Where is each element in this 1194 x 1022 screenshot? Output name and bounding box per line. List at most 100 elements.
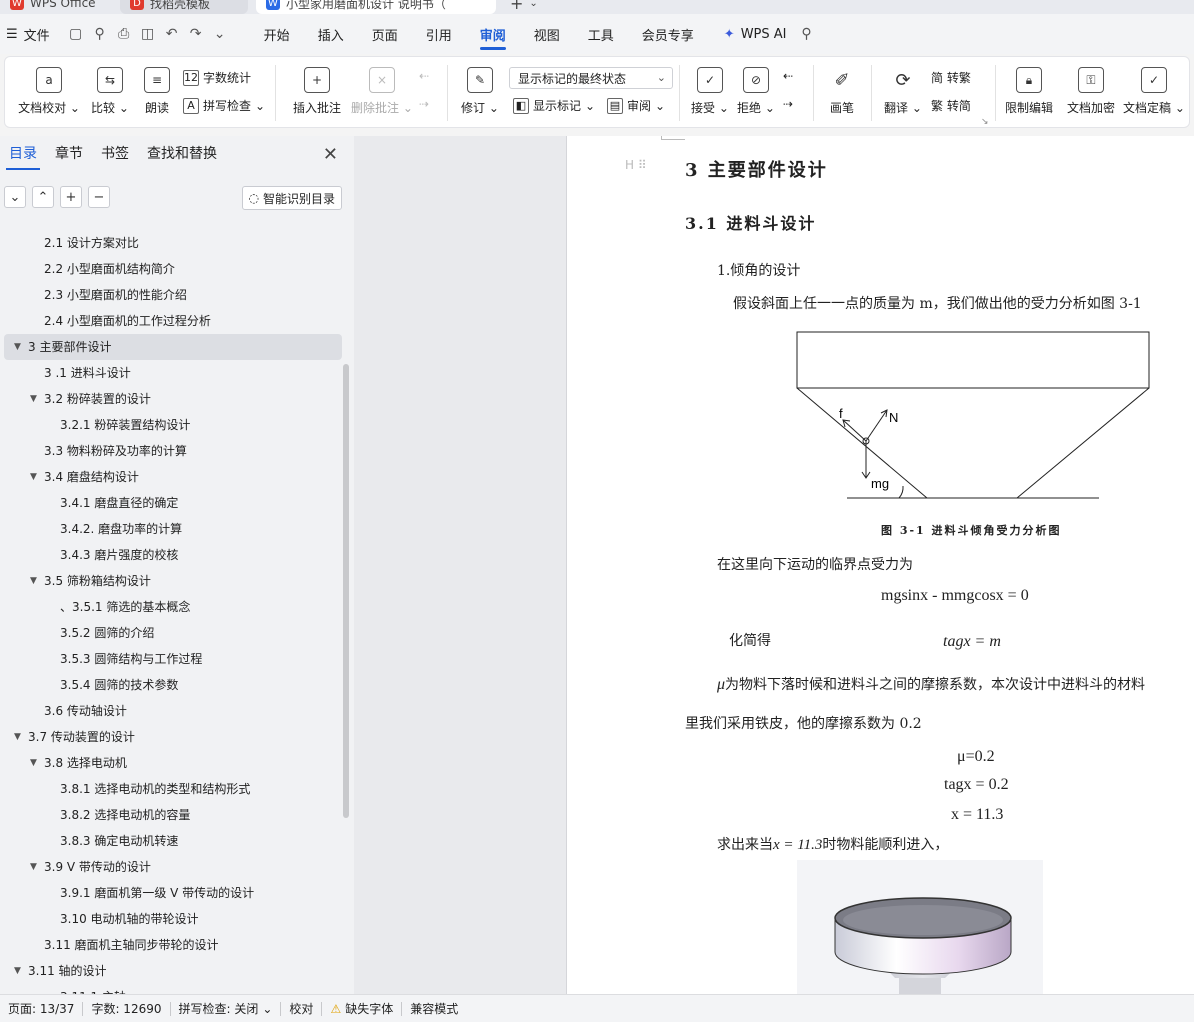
expand-arrow-icon[interactable]: ▼ [30, 854, 37, 880]
to-traditional-button[interactable]: 简 转繁 [931, 69, 971, 86]
collapse-all-icon[interactable]: ⌄ [4, 186, 26, 208]
smart-toc-button[interactable]: ◌ 智能识别目录 [241, 186, 342, 210]
menu-tab[interactable]: 引用 [412, 14, 466, 54]
toc-item[interactable]: 3.8.1 选择电动机的类型和结构形式 [4, 776, 342, 802]
tab-document[interactable]: W 小型家用磨面机设计 说明书（ [256, 0, 496, 14]
revise-button[interactable]: ✎ 修订 ⌄ [457, 57, 503, 116]
sidebar-tab[interactable]: 目录 [0, 140, 46, 170]
toc-item[interactable]: ▼ 3.5 筛粉箱结构设计 [4, 568, 342, 594]
spell-check-button[interactable]: A 拼写检查 ⌄ [183, 97, 265, 114]
delete-comment-button[interactable]: × 删除批注 ⌄ [351, 57, 413, 116]
menu-tab[interactable]: 视图 [520, 14, 574, 54]
share-icon[interactable]: ⚲ [88, 22, 112, 46]
chevron-down-icon[interactable]: ⌄ [208, 22, 232, 46]
expand-arrow-icon[interactable]: ▼ [14, 958, 21, 984]
prev-comment-icon[interactable]: ⇠ [419, 69, 429, 83]
proofread-status[interactable]: 校对 [281, 1000, 321, 1017]
pen-button[interactable]: ✐ 画笔 [823, 57, 861, 116]
toc-item[interactable]: ▼ 3 主要部件设计 [4, 334, 342, 360]
missing-font-status[interactable]: ⚠ 缺失字体 [322, 1000, 401, 1017]
close-icon[interactable]: ✕ [323, 144, 338, 165]
to-simplified-button[interactable]: 繁 转简 [931, 97, 971, 114]
compat-mode-status[interactable]: 兼容模式 [402, 1000, 466, 1017]
toc-item[interactable]: ▼ 3.11 轴的设计 [4, 958, 342, 984]
toc-item[interactable]: 3.5.4 圆筛的技术参数 [4, 672, 342, 698]
sidebar-tab[interactable]: 章节 [46, 140, 92, 168]
toc-item[interactable]: 3.5.3 圆筛结构与工作过程 [4, 646, 342, 672]
next-change-icon[interactable]: ⇢ [783, 97, 793, 111]
toc-item[interactable]: 2.1 设计方案对比 [4, 230, 342, 256]
toc-item[interactable]: ▼ 3.9 V 带传动的设计 [4, 854, 342, 880]
read-aloud-button[interactable]: ≡ 朗读 [139, 57, 175, 116]
toc-item[interactable]: 2.2 小型磨面机结构简介 [4, 256, 342, 282]
insert-comment-button[interactable]: + 插入批注 [289, 57, 345, 116]
undo-icon[interactable]: ↶ [160, 22, 184, 46]
file-menu[interactable]: ☰ 文件 [6, 25, 64, 44]
reject-button[interactable]: ⊘ 拒绝 ⌄ [735, 57, 777, 116]
save-icon[interactable]: ▢ [64, 22, 88, 46]
menu-tab[interactable]: 会员专享 [628, 14, 708, 54]
markup-state-select[interactable]: 显示标记的最终状态 ⌄ [509, 67, 673, 89]
toc-item[interactable]: ▼ 3.7 传动装置的设计 [4, 724, 342, 750]
toc-item[interactable]: ▼ 3.8 选择电动机 [4, 750, 342, 776]
accept-button[interactable]: ✓ 接受 ⌄ [689, 57, 731, 116]
next-comment-icon[interactable]: ⇢ [419, 97, 429, 111]
toc-item[interactable]: 3.11.1 主轴 [4, 984, 342, 994]
sidebar-scrollbar[interactable] [343, 364, 349, 818]
toc-item[interactable]: 3.4.2. 磨盘功率的计算 [4, 516, 342, 542]
toc-item[interactable]: 3.8.2 选择电动机的容量 [4, 802, 342, 828]
toc-item[interactable]: ▼ 3.4 磨盘结构设计 [4, 464, 342, 490]
expand-arrow-icon[interactable]: ▼ [30, 386, 37, 412]
show-markup-button[interactable]: ◧ 显示标记 ⌄ [513, 97, 595, 114]
expand-arrow-icon[interactable]: ▼ [30, 750, 37, 776]
print-preview-icon[interactable]: ◫ [136, 22, 160, 46]
toc-item[interactable]: 3.5.2 圆筛的介绍 [4, 620, 342, 646]
toc-item[interactable]: 3.4.1 磨盘直径的确定 [4, 490, 342, 516]
spell-check-status[interactable]: 拼写检查: 关闭 ⌄ [171, 1000, 281, 1017]
menu-tab[interactable]: 插入 [304, 14, 358, 54]
expand-arrow-icon[interactable]: ▼ [30, 568, 37, 594]
search-icon[interactable]: ⚲ [795, 22, 819, 46]
prev-change-icon[interactable]: ⇠ [783, 69, 793, 83]
print-icon[interactable]: ⎙ [112, 22, 136, 46]
toc-item[interactable]: 2.3 小型磨面机的性能介绍 [4, 282, 342, 308]
toc-item[interactable]: 3.8.3 确定电动机转速 [4, 828, 342, 854]
menu-tab[interactable]: 页面 [358, 14, 412, 54]
menu-tab[interactable]: 审阅 [466, 14, 520, 54]
expand-arrow-icon[interactable]: ▼ [14, 724, 21, 750]
dialog-launcher-icon[interactable]: ↘ [981, 117, 989, 127]
new-tab-button[interactable]: + ⌄ [500, 0, 540, 14]
document-page[interactable]: H ⠿ 3 主要部件设计 3.1 进料斗设计 1.倾角的设计 假设斜面上任一一点… [566, 136, 1194, 994]
word-count-status[interactable]: 字数: 12690 [83, 1000, 169, 1017]
toc-item[interactable]: 3.9.1 磨面机第一级 V 带传动的设计 [4, 880, 342, 906]
toc-item[interactable]: 3.3 物料粉碎及功率的计算 [4, 438, 342, 464]
expand-up-icon[interactable]: ⌃ [32, 186, 54, 208]
restrict-edit-button[interactable]: 🔒︎ 限制编辑 [1001, 57, 1057, 116]
proofread-button[interactable]: a 文档校对 ⌄ [18, 57, 80, 116]
toc-item[interactable]: 2.4 小型磨面机的工作过程分析 [4, 308, 342, 334]
heading-marker-icon[interactable]: H ⠿ [625, 158, 647, 172]
sidebar-tab[interactable]: 书签 [92, 140, 138, 168]
word-count-button[interactable]: 12 字数统计 [183, 69, 251, 86]
compare-button[interactable]: ⇆ 比较 ⌄ [87, 57, 133, 116]
toc-item[interactable]: 3.10 电动机轴的带轮设计 [4, 906, 342, 932]
add-heading-icon[interactable]: + [60, 186, 82, 208]
menu-tab[interactable]: 工具 [574, 14, 628, 54]
finalize-button[interactable]: ✓ 文档定稿 ⌄ [1123, 57, 1185, 116]
review-pane-button[interactable]: ▤ 审阅 ⌄ [607, 97, 665, 114]
toc-item[interactable]: 3.2.1 粉碎装置结构设计 [4, 412, 342, 438]
toc-item[interactable]: 3 .1 进料斗设计 [4, 360, 342, 386]
translate-button[interactable]: ⟳ 翻译 ⌄ [881, 57, 925, 116]
toc-item[interactable]: 3.6 传动轴设计 [4, 698, 342, 724]
toc-item[interactable]: ▼ 3.2 粉碎装置的设计 [4, 386, 342, 412]
remove-heading-icon[interactable]: − [88, 186, 110, 208]
menu-tab[interactable]: 开始 [250, 14, 304, 54]
toc-item[interactable]: 3.11 磨面机主轴同步带轮的设计 [4, 932, 342, 958]
wps-ai-button[interactable]: ✦ WPS AI [724, 27, 787, 42]
toc-item[interactable]: 3.4.3 磨片强度的校核 [4, 542, 342, 568]
redo-icon[interactable]: ↷ [184, 22, 208, 46]
tab-wps-office[interactable]: W WPS Office [0, 0, 110, 14]
sidebar-tab[interactable]: 查找和替换 [138, 140, 226, 168]
toc-item[interactable]: 、3.5.1 筛选的基本概念 [4, 594, 342, 620]
tab-templates[interactable]: D 找稻壳模板 [120, 0, 248, 14]
